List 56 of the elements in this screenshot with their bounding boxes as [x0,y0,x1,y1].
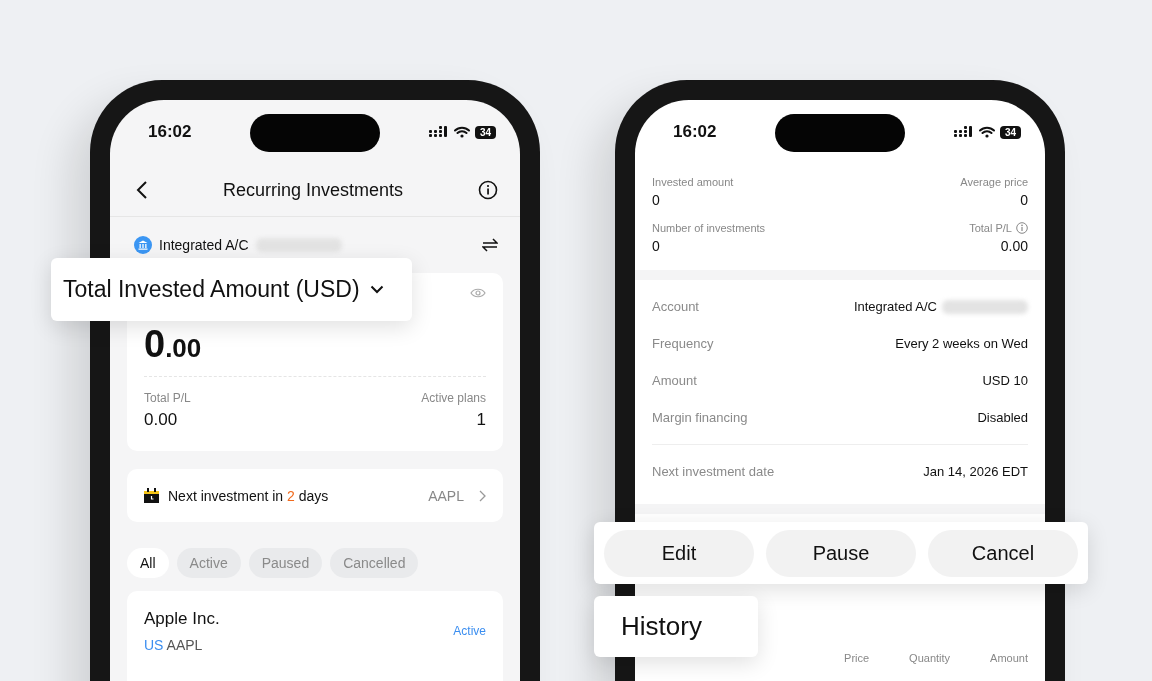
detail-value: Disabled [977,410,1028,425]
signal-icon [428,126,449,138]
action-button[interactable]: Edit [604,529,754,577]
plan-status: Active [453,624,486,638]
filter-chip[interactable]: All [127,548,169,578]
action-button[interactable]: Cancel [928,529,1078,577]
stat-value: 0 [652,192,661,208]
info-icon[interactable] [478,180,498,200]
stat-label: Average price [960,176,1028,188]
stat-label: Active plans [421,391,486,405]
switch-icon[interactable] [482,238,498,252]
plan-name: Apple Inc. [144,609,220,629]
stat-value: 0.00 [144,410,179,430]
detail-label: Next investment date [652,464,775,479]
column-header: Price [844,652,870,664]
stat-value: 0 [1020,192,1028,208]
stat-value: 1 [476,410,486,430]
total-amount: 0.00 [144,323,203,366]
detail-label: Frequency [652,336,714,351]
stat-label: Total P/L [969,222,1028,234]
plan-ticker: US AAPL [144,637,204,653]
detail-label: Margin financing [652,410,748,425]
page-title: Recurring Investments [222,179,404,201]
calendar-icon [144,488,159,503]
status-time: 16:02 [673,122,717,142]
wifi-icon [978,126,995,138]
next-investment-card[interactable]: Next investment in 2 days AAPL [127,469,503,522]
battery-level: 34 [474,125,496,139]
stat-label: Total P/L [144,391,191,405]
stat-value: 0 [652,238,661,254]
stat-label: Invested amount [652,176,735,188]
history-title: History [594,596,758,657]
status-time: 16:02 [148,122,192,142]
detail-label: Amount [652,373,697,388]
detail-value: Jan 14, 2026 EDT [923,464,1028,479]
detail-value: Every 2 weeks on Wed [895,336,1028,351]
chevron-down-icon [369,285,384,294]
detail-value: USD 10 [982,373,1028,388]
bank-icon [134,236,152,254]
detail-label: Account [652,299,699,314]
signal-icon [953,126,974,138]
battery-level: 34 [999,125,1021,139]
next-investment-symbol: AAPL [428,487,464,504]
action-button[interactable]: Pause [766,529,916,577]
account-name: Integrated A/C [159,237,249,253]
column-header: Amount [990,652,1028,664]
plan-card[interactable]: Apple Inc. US AAPL Active [127,591,503,681]
stat-label: Number of investments [652,222,767,234]
back-icon[interactable] [136,180,148,200]
wifi-icon [453,126,470,138]
detail-value: Integrated A/C [853,299,937,314]
amount-type-dropdown[interactable]: Total Invested Amount (USD) [51,258,412,321]
column-header: Quantity [909,652,951,664]
chevron-right-icon [479,489,486,502]
stat-value: 0.00 [1000,238,1028,254]
next-investment-text: Next investment in 2 days [168,487,329,504]
